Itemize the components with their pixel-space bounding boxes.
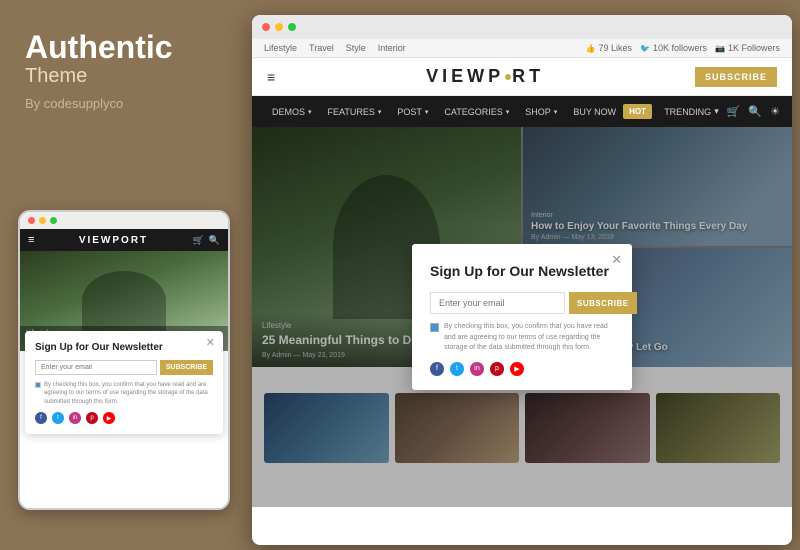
twitter-icon: 🐦 bbox=[640, 44, 650, 53]
mobile-nav: ≡ VIEWPORT 🛒 🔍 bbox=[20, 229, 228, 251]
mobile-twitter-icon[interactable]: t bbox=[52, 412, 64, 424]
popup-pinterest-icon[interactable]: p bbox=[490, 362, 504, 376]
topbar-link-lifestyle[interactable]: Lifestyle bbox=[264, 43, 297, 53]
popup-twitter-icon[interactable]: t bbox=[450, 362, 464, 376]
mobile-pinterest-icon[interactable]: p bbox=[86, 412, 98, 424]
site-header: ≡ VIEWPRT SUBSCRIBE bbox=[252, 58, 792, 96]
hamburger-icon[interactable]: ≡ bbox=[267, 69, 275, 85]
logo-dot bbox=[505, 74, 511, 80]
mobile-subscribe-button[interactable]: SUBSCRIBE bbox=[160, 360, 213, 375]
nav-categories[interactable]: CATEGORIES ▾ bbox=[436, 96, 517, 127]
mobile-popup-close-button[interactable]: ✕ bbox=[206, 336, 215, 349]
topbar-link-style[interactable]: Style bbox=[346, 43, 366, 53]
nav-shop-label: SHOP bbox=[525, 107, 551, 117]
mobile-legal-text: By checking this box, you confirm that y… bbox=[44, 381, 213, 406]
newsletter-popup-title: Sign Up for Our Newsletter bbox=[430, 262, 614, 280]
nav-left: DEMOS ▾ FEATURES ▾ POST ▾ CATEGORIES ▾ S… bbox=[264, 96, 660, 127]
nav-hot-badge: HOT bbox=[623, 104, 652, 119]
nav-post[interactable]: POST ▾ bbox=[389, 96, 436, 127]
nav-shop-caret: ▾ bbox=[554, 108, 558, 116]
nav-demos-caret: ▾ bbox=[308, 108, 312, 116]
nav-trending-label: TRENDING bbox=[664, 107, 711, 117]
mobile-instagram-icon[interactable]: in bbox=[69, 412, 81, 424]
mobile-nav-icons: 🛒 🔍 bbox=[193, 235, 220, 246]
newsletter-email-input[interactable] bbox=[430, 292, 565, 314]
topbar-social: 👍 79 Likes 🐦 10K followers 📷 1K Follower… bbox=[586, 43, 781, 53]
facebook-count: 79 Likes bbox=[598, 43, 632, 53]
newsletter-agree-checkbox[interactable] bbox=[430, 323, 439, 332]
left-panel: Authentic Theme By codesupplyco ≡ VIEWPO… bbox=[0, 0, 245, 550]
content-area: Lifestyle 25 Meaningful Things to Do in … bbox=[252, 127, 792, 507]
nav-right: TRENDING ▾ 🛒 🔍 ☀ bbox=[664, 105, 780, 118]
mobile-newsletter-title: Sign Up for Our Newsletter bbox=[35, 341, 213, 354]
browser-dot-red bbox=[262, 23, 270, 31]
mobile-newsletter-popup: ✕ Sign Up for Our Newsletter SUBSCRIBE B… bbox=[25, 331, 223, 434]
twitter-stat: 🐦 10K followers bbox=[640, 43, 707, 53]
popup-close-button[interactable]: ✕ bbox=[611, 252, 622, 268]
site-logo: VIEWPRT bbox=[426, 66, 544, 87]
brand-title: Authentic Theme By codesupplyco bbox=[25, 30, 220, 111]
popup-youtube-icon[interactable]: ▶ bbox=[510, 362, 524, 376]
newsletter-checkbox-row: By checking this box, you confirm that y… bbox=[430, 322, 614, 354]
facebook-stat: 👍 79 Likes bbox=[586, 43, 633, 53]
browser-dot-yellow bbox=[275, 23, 283, 31]
nav-shop[interactable]: SHOP ▾ bbox=[517, 96, 565, 127]
newsletter-subscribe-button[interactable]: SUBSCRIBE bbox=[569, 292, 637, 314]
topbar-link-travel[interactable]: Travel bbox=[309, 43, 334, 53]
newsletter-social-links: f t in p ▶ bbox=[430, 362, 614, 376]
newsletter-legal-text: By checking this box, you confirm that y… bbox=[444, 322, 614, 354]
nav-post-label: POST bbox=[397, 107, 422, 117]
nav-bar: DEMOS ▾ FEATURES ▾ POST ▾ CATEGORIES ▾ S… bbox=[252, 96, 792, 127]
browser-dot-green bbox=[288, 23, 296, 31]
nav-buy-now-label: BUY NOW bbox=[573, 107, 616, 117]
mobile-email-input[interactable] bbox=[35, 360, 157, 375]
newsletter-popup: ✕ Sign Up for Our Newsletter SUBSCRIBE B… bbox=[412, 244, 632, 390]
mobile-dot-yellow bbox=[39, 217, 46, 224]
nav-trending-caret: ▾ bbox=[714, 106, 719, 117]
topbar-link-interior[interactable]: Interior bbox=[378, 43, 406, 53]
mobile-cart-icon: 🛒 bbox=[193, 235, 204, 246]
topbar: Lifestyle Travel Style Interior 👍 79 Lik… bbox=[252, 39, 792, 58]
mobile-agree-checkbox[interactable] bbox=[35, 382, 41, 388]
facebook-icon: 👍 bbox=[586, 44, 596, 53]
header-subscribe-button[interactable]: SUBSCRIBE bbox=[695, 67, 777, 87]
topbar-links: Lifestyle Travel Style Interior bbox=[264, 43, 406, 53]
mobile-social-links: f t in p ▶ bbox=[35, 412, 213, 424]
nav-categories-caret: ▾ bbox=[506, 108, 510, 116]
mobile-mockup: ≡ VIEWPORT 🛒 🔍 Lifestyle 25 Meaningful T… bbox=[18, 210, 230, 510]
nav-theme-icon[interactable]: ☀ bbox=[770, 105, 780, 118]
instagram-count: 1K Followers bbox=[728, 43, 780, 53]
popup-instagram-icon[interactable]: in bbox=[470, 362, 484, 376]
browser-chrome bbox=[252, 15, 792, 39]
mobile-search-icon: 🔍 bbox=[209, 235, 220, 246]
mobile-youtube-icon[interactable]: ▶ bbox=[103, 412, 115, 424]
instagram-icon: 📷 bbox=[715, 44, 725, 53]
twitter-count: 10K followers bbox=[653, 43, 707, 53]
popup-facebook-icon[interactable]: f bbox=[430, 362, 444, 376]
main-browser-window: Lifestyle Travel Style Interior 👍 79 Lik… bbox=[252, 15, 792, 545]
nav-cart-icon[interactable]: 🛒 bbox=[727, 105, 741, 118]
mobile-body: Lifestyle 25 Meaningful Thi... Do in 30 … bbox=[20, 251, 228, 510]
nav-features-caret: ▾ bbox=[378, 108, 382, 116]
instagram-stat: 📷 1K Followers bbox=[715, 43, 780, 53]
nav-features-label: FEATURES bbox=[328, 107, 375, 117]
mobile-dot-green bbox=[50, 217, 57, 224]
mobile-logo: VIEWPORT bbox=[79, 235, 148, 246]
popup-overlay: ✕ Sign Up for Our Newsletter SUBSCRIBE B… bbox=[252, 127, 792, 507]
nav-search-icon[interactable]: 🔍 bbox=[748, 105, 762, 118]
newsletter-input-row: SUBSCRIBE bbox=[430, 292, 614, 314]
nav-post-caret: ▾ bbox=[425, 108, 429, 116]
nav-buy-now[interactable]: BUY NOW HOT bbox=[565, 96, 660, 127]
nav-demos-label: DEMOS bbox=[272, 107, 305, 117]
mobile-window-controls bbox=[20, 212, 228, 229]
nav-trending[interactable]: TRENDING ▾ bbox=[664, 106, 719, 117]
mobile-newsletter-form: SUBSCRIBE bbox=[35, 360, 213, 375]
nav-categories-label: CATEGORIES bbox=[444, 107, 502, 117]
mobile-checkbox-row: By checking this box, you confirm that y… bbox=[35, 381, 213, 406]
nav-features[interactable]: FEATURES ▾ bbox=[320, 96, 390, 127]
mobile-hamburger-icon[interactable]: ≡ bbox=[28, 234, 34, 246]
nav-demos[interactable]: DEMOS ▾ bbox=[264, 96, 320, 127]
mobile-dot-red bbox=[28, 217, 35, 224]
mobile-facebook-icon[interactable]: f bbox=[35, 412, 47, 424]
